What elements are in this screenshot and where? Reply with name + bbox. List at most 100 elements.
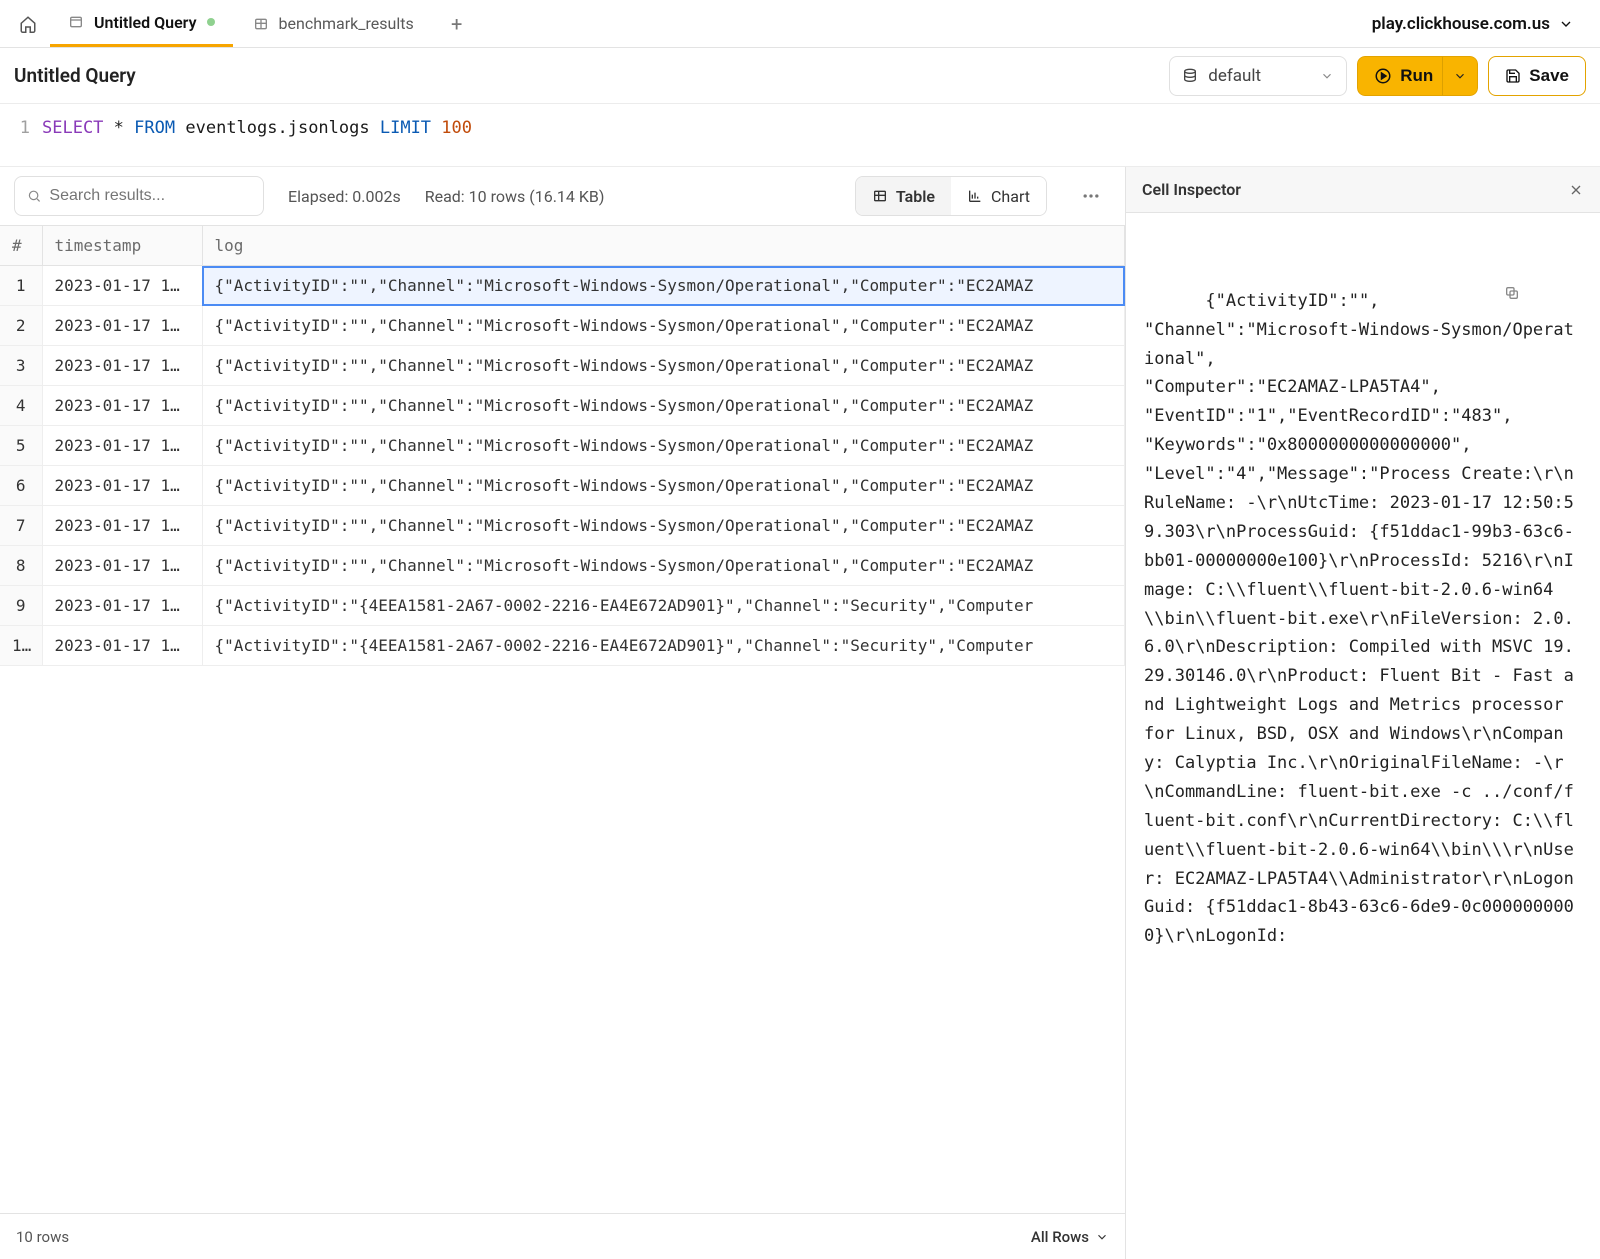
cell-log[interactable]: {"ActivityID":"","Channel":"Microsoft-Wi… [202,386,1125,426]
cell-log[interactable]: {"ActivityID":"","Channel":"Microsoft-Wi… [202,346,1125,386]
cell-timestamp[interactable]: 2023-01-17 1… [42,306,202,346]
cell-timestamp[interactable]: 2023-01-17 1… [42,546,202,586]
cell-timestamp[interactable]: 2023-01-17 1… [42,426,202,466]
chevron-down-icon [1095,1230,1109,1244]
view-chart-label: Chart [991,187,1030,206]
results-footer: 10 rows All Rows [0,1213,1125,1259]
tab-label: Untitled Query [94,13,197,32]
cell-log[interactable]: {"ActivityID":"","Channel":"Microsoft-Wi… [202,506,1125,546]
cell-log[interactable]: {"ActivityID":"{4EEA1581-2A67-0002-2216-… [202,626,1125,666]
chevron-down-icon [1558,16,1574,32]
sql-editor[interactable]: 1 SELECT * FROM eventlogs.jsonlogs LIMIT… [0,104,1600,167]
run-button[interactable]: Run [1357,56,1450,96]
run-label: Run [1400,66,1433,86]
cell-timestamp[interactable]: 2023-01-17 1… [42,266,202,306]
col-index-header[interactable]: # [0,226,42,266]
cell-timestamp[interactable]: 2023-01-17 1… [42,506,202,546]
row-index: 7 [0,506,42,546]
table-row[interactable]: 42023-01-17 1…{"ActivityID":"","Channel"… [0,386,1125,426]
save-button[interactable]: Save [1488,56,1586,96]
cell-timestamp[interactable]: 2023-01-17 1… [42,466,202,506]
inspector-content: {"ActivityID":"", "Channel":"Microsoft-W… [1144,291,1574,947]
row-index: 5 [0,426,42,466]
inspector-body[interactable]: {"ActivityID":"", "Channel":"Microsoft-W… [1126,213,1600,1259]
main-split: Elapsed: 0.002s Read: 10 rows (16.14 KB)… [0,167,1600,1259]
table-header-row: # timestamp log [0,226,1125,266]
cell-log[interactable]: {"ActivityID":"","Channel":"Microsoft-Wi… [202,426,1125,466]
chevron-down-icon [1453,69,1467,83]
save-label: Save [1529,66,1569,86]
view-table-button[interactable]: Table [856,177,951,215]
inspector-header: Cell Inspector [1126,167,1600,213]
table-row[interactable]: 82023-01-17 1…{"ActivityID":"","Channel"… [0,546,1125,586]
cell-timestamp[interactable]: 2023-01-17 1… [42,386,202,426]
play-icon [1374,67,1392,85]
unsaved-dot-icon [207,18,215,26]
search-results[interactable] [14,176,264,216]
new-tab-button[interactable]: + [440,7,474,41]
host-label: play.clickhouse.com.us [1372,14,1550,34]
sql-code: SELECT * FROM eventlogs.jsonlogs LIMIT 1… [42,114,472,142]
tab-benchmark-results[interactable]: benchmark_results [235,1,432,47]
table-row[interactable]: 72023-01-17 1…{"ActivityID":"","Channel"… [0,506,1125,546]
cell-log[interactable]: {"ActivityID":"{4EEA1581-2A67-0002-2216-… [202,586,1125,626]
close-icon [1568,182,1584,198]
table-row[interactable]: 12023-01-17 1…{"ActivityID":"","Channel"… [0,266,1125,306]
rows-scope-select[interactable]: All Rows [1031,1228,1109,1246]
results-pane: Elapsed: 0.002s Read: 10 rows (16.14 KB)… [0,167,1125,1259]
more-menu-button[interactable] [1071,176,1111,216]
row-count: 10 rows [16,1228,69,1246]
plus-icon: + [451,12,462,36]
cell-log[interactable]: {"ActivityID":"","Channel":"Microsoft-Wi… [202,466,1125,506]
query-header: Untitled Query default Run Save [0,48,1600,104]
chart-icon [967,188,983,204]
tab-label: benchmark_results [279,14,414,33]
run-button-group: Run [1357,56,1478,96]
table-row[interactable]: 22023-01-17 1…{"ActivityID":"","Channel"… [0,306,1125,346]
view-switch: Table Chart [855,176,1047,216]
table-icon [253,16,269,32]
cell-timestamp[interactable]: 2023-01-17 1… [42,626,202,666]
table-row[interactable]: 92023-01-17 1…{"ActivityID":"{4EEA1581-2… [0,586,1125,626]
col-timestamp-header[interactable]: timestamp [42,226,202,266]
line-number: 1 [0,114,42,142]
results-table-wrap: # timestamp log 12023-01-17 1…{"Activity… [0,225,1125,1213]
cell-log[interactable]: {"ActivityID":"","Channel":"Microsoft-Wi… [202,266,1125,306]
query-icon [68,14,84,30]
row-index: 2 [0,306,42,346]
search-input[interactable] [49,187,251,205]
database-select[interactable]: default [1169,56,1347,96]
tab-strip: Untitled Query benchmark_results + play.… [0,0,1600,48]
inspector-close-button[interactable] [1568,182,1584,198]
col-log-header[interactable]: log [202,226,1125,266]
dots-icon [1081,186,1101,206]
save-icon [1505,68,1521,84]
table-row[interactable]: 52023-01-17 1…{"ActivityID":"","Channel"… [0,426,1125,466]
cell-log[interactable]: {"ActivityID":"","Channel":"Microsoft-Wi… [202,546,1125,586]
database-value: default [1208,66,1261,86]
home-button[interactable] [8,4,48,44]
rows-scope-label: All Rows [1031,1228,1089,1246]
cell-timestamp[interactable]: 2023-01-17 1… [42,586,202,626]
copy-button[interactable] [1504,227,1586,359]
table-row[interactable]: 102023-01-17 1…{"ActivityID":"{4EEA1581-… [0,626,1125,666]
host-selector[interactable]: play.clickhouse.com.us [1372,14,1592,34]
results-table: # timestamp log 12023-01-17 1…{"Activity… [0,226,1125,666]
database-icon [1182,68,1198,84]
view-chart-button[interactable]: Chart [951,177,1046,215]
results-toolbar: Elapsed: 0.002s Read: 10 rows (16.14 KB)… [0,167,1125,225]
row-index: 1 [0,266,42,306]
query-title: Untitled Query [14,64,136,87]
table-row[interactable]: 32023-01-17 1…{"ActivityID":"","Channel"… [0,346,1125,386]
cell-timestamp[interactable]: 2023-01-17 1… [42,346,202,386]
inspector-title: Cell Inspector [1142,180,1241,199]
table-row[interactable]: 62023-01-17 1…{"ActivityID":"","Channel"… [0,466,1125,506]
copy-icon [1504,285,1520,301]
read-label: Read: 10 rows (16.14 KB) [425,187,605,206]
cell-log[interactable]: {"ActivityID":"","Channel":"Microsoft-Wi… [202,306,1125,346]
row-index: 9 [0,586,42,626]
run-dropdown[interactable] [1442,56,1478,96]
tab-untitled-query[interactable]: Untitled Query [50,1,233,47]
row-index: 8 [0,546,42,586]
row-index: 6 [0,466,42,506]
